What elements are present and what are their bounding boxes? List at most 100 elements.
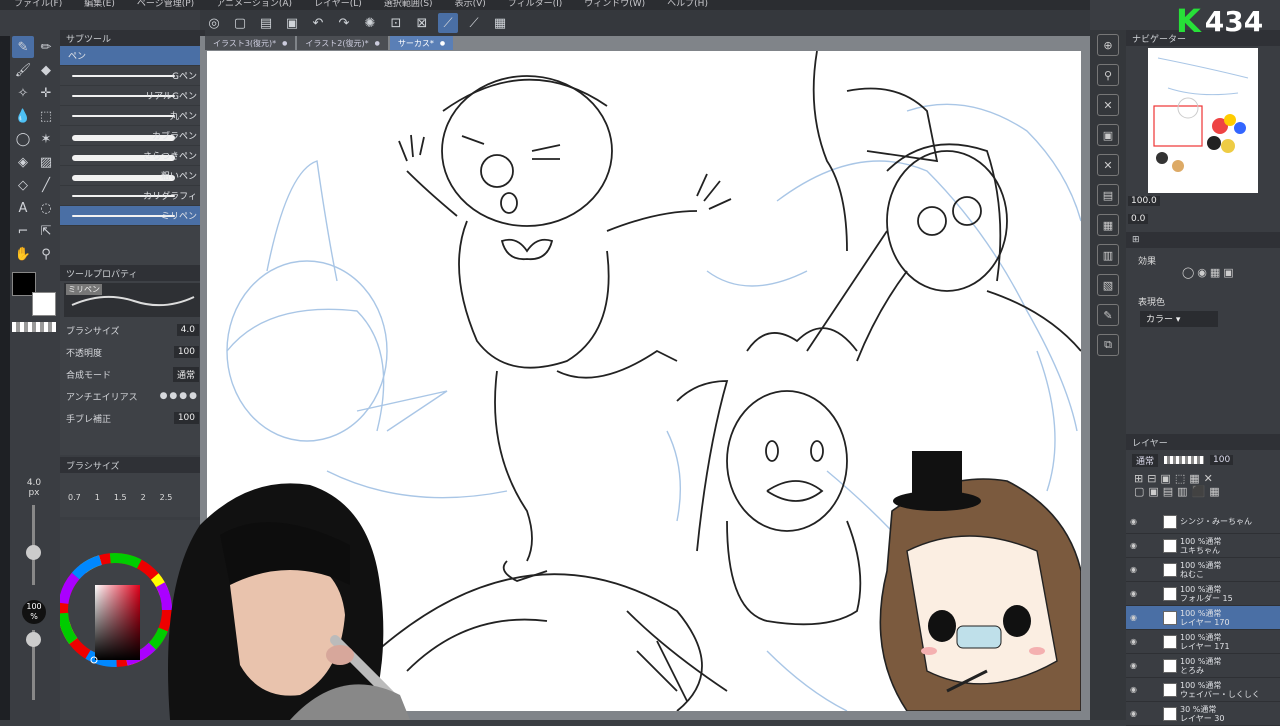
- sub-view-icon[interactable]: ▥: [1097, 244, 1119, 266]
- antialias-options[interactable]: ●●●●: [160, 391, 199, 401]
- layer-row[interactable]: ◉ 30 %通常 レイヤー 30: [1126, 702, 1280, 726]
- frame-tool-icon[interactable]: ⌐: [12, 220, 34, 242]
- layer-row[interactable]: ◉ 100 %通常 ウェイバー・しくしく: [1126, 678, 1280, 702]
- side-size-slider[interactable]: [26, 505, 41, 585]
- navigator-zoom[interactable]: 100.0: [1128, 196, 1160, 206]
- layer-opacity-value[interactable]: 100: [1210, 455, 1234, 465]
- subtool-group[interactable]: ペン: [60, 46, 205, 66]
- effects-icons[interactable]: ◯◉▦▣: [1182, 266, 1237, 279]
- menu-item[interactable]: ウィンドウ(W): [584, 0, 645, 10]
- side-opacity-slider[interactable]: [26, 630, 41, 700]
- brush-size-option[interactable]: 0.7: [68, 493, 81, 502]
- library-icon[interactable]: ▤: [1097, 184, 1119, 206]
- tab-close-icon[interactable]: ●: [375, 40, 380, 47]
- tab-close-icon[interactable]: ●: [282, 40, 287, 47]
- history-icon[interactable]: ▦: [1097, 214, 1119, 236]
- line-tool-icon[interactable]: ╱: [35, 174, 57, 196]
- blend-tool-icon[interactable]: 💧: [12, 105, 34, 127]
- close-icon[interactable]: ✕: [1097, 154, 1119, 176]
- clear-icon[interactable]: ⊠: [412, 13, 432, 33]
- quick-access-icon[interactable]: ⧉: [1097, 334, 1119, 356]
- brush-item[interactable]: カブラペン: [60, 126, 205, 146]
- opacity-row[interactable]: 不透明度 100: [60, 341, 205, 363]
- brush-size-row[interactable]: ブラシサイズ 4.0: [60, 319, 205, 341]
- stabilize-value[interactable]: 100: [173, 412, 199, 424]
- document-tab[interactable]: イラスト3(復元)* ●: [205, 36, 296, 50]
- brush-item[interactable]: カリグラフィ: [60, 186, 205, 206]
- fill-tool-icon[interactable]: ◈: [12, 151, 34, 173]
- brush-item[interactable]: 丸ペン: [60, 106, 205, 126]
- auto-action-icon[interactable]: ✎: [1097, 304, 1119, 326]
- antialias-row[interactable]: アンチエイリアス ●●●●: [60, 385, 205, 407]
- document-tab[interactable]: イラスト2(復元)* ●: [297, 36, 388, 50]
- visibility-eye-icon[interactable]: ◉: [1130, 565, 1142, 574]
- transparent-swatch[interactable]: [12, 322, 56, 332]
- selection-tool-icon[interactable]: ⬚: [35, 105, 57, 127]
- magic-wand-icon[interactable]: ✶: [35, 128, 57, 150]
- brush-item[interactable]: ミリペン: [60, 206, 205, 226]
- layer-property-icon[interactable]: ⊕: [1097, 34, 1119, 56]
- pen-tool-icon[interactable]: ✎: [12, 36, 34, 58]
- menu-item[interactable]: アニメーション(A): [216, 0, 292, 10]
- pencil-tool-icon[interactable]: ✏: [35, 36, 57, 58]
- grid-snap-icon[interactable]: ▦: [490, 13, 510, 33]
- visibility-eye-icon[interactable]: ◉: [1130, 685, 1142, 694]
- menu-item[interactable]: 表示(V): [455, 0, 486, 10]
- layer-row[interactable]: ◉ 100 %通常 フォルダー 15: [1126, 582, 1280, 606]
- layer-row[interactable]: ◉ 100 %通常 レイヤー 170: [1126, 606, 1280, 630]
- visibility-eye-icon[interactable]: ◉: [1130, 637, 1142, 646]
- navigator-thumbnail[interactable]: [1148, 48, 1258, 193]
- visibility-eye-icon[interactable]: ◉: [1130, 613, 1142, 622]
- crossed-icon[interactable]: ✕: [1097, 94, 1119, 116]
- airbrush-tool-icon[interactable]: ✧: [12, 82, 34, 104]
- menu-item[interactable]: 選択範囲(S): [384, 0, 433, 10]
- layer-opacity-bar[interactable]: [1164, 456, 1205, 464]
- material-icon[interactable]: ▣: [1097, 124, 1119, 146]
- navigator-angle[interactable]: 0.0: [1128, 214, 1149, 224]
- open-folder-icon[interactable]: ▤: [256, 13, 276, 33]
- blend-row[interactable]: 合成モード 通常: [60, 363, 205, 385]
- brush-tool-icon[interactable]: 🖌: [12, 59, 34, 81]
- tab-close-icon[interactable]: ●: [440, 40, 445, 47]
- menu-item[interactable]: ファイル(F): [14, 0, 62, 10]
- eraser-tool-icon[interactable]: ◆: [35, 59, 57, 81]
- transform-icon[interactable]: ⊡: [386, 13, 406, 33]
- layer-row[interactable]: ◉ 100 %通常 レイヤー 171: [1126, 630, 1280, 654]
- search-icon[interactable]: ⚲: [1097, 64, 1119, 86]
- blend-select[interactable]: 通常: [172, 366, 199, 382]
- undo-icon[interactable]: ↶: [308, 13, 328, 33]
- brush-item[interactable]: Gペン: [60, 66, 205, 86]
- gradient-tool-icon[interactable]: ▨: [35, 151, 57, 173]
- hand-tool-icon[interactable]: ✋: [12, 243, 34, 265]
- eyedropper-tool-icon[interactable]: ⚲: [35, 243, 57, 265]
- ruler-snap-icon[interactable]: ⟋: [438, 13, 458, 33]
- new-file-icon[interactable]: ▢: [230, 13, 250, 33]
- visibility-eye-icon[interactable]: ◉: [1130, 541, 1142, 550]
- color-expression-select[interactable]: カラー ▾: [1140, 311, 1218, 327]
- move-tool-icon[interactable]: ✛: [35, 82, 57, 104]
- document-tab[interactable]: サーカス* ●: [389, 36, 454, 50]
- menu-item[interactable]: ヘルプ(H): [667, 0, 708, 10]
- menu-item[interactable]: フィルター(I): [508, 0, 563, 10]
- save-icon[interactable]: ▣: [282, 13, 302, 33]
- sub-color-swatch[interactable]: [32, 292, 56, 316]
- item-bank-icon[interactable]: ▧: [1097, 274, 1119, 296]
- menu-item[interactable]: ページ管理(P): [137, 0, 194, 10]
- layer-row[interactable]: ◉ シンジ・みーちゃん: [1126, 510, 1280, 534]
- visibility-eye-icon[interactable]: ◉: [1130, 589, 1142, 598]
- redo-icon[interactable]: ↷: [334, 13, 354, 33]
- stabilize-row[interactable]: 手ブレ補正 100: [60, 407, 205, 429]
- layer-row[interactable]: ◉ 100 %通常 ユキちゃん: [1126, 534, 1280, 558]
- brush-size-option[interactable]: 1.5: [114, 493, 127, 502]
- menu-item[interactable]: レイヤー(L): [314, 0, 362, 10]
- app-icon[interactable]: ◎: [204, 13, 224, 33]
- menu-item[interactable]: 編集(E): [84, 0, 115, 10]
- visibility-eye-icon[interactable]: ◉: [1130, 709, 1142, 718]
- visibility-eye-icon[interactable]: ◉: [1130, 661, 1142, 670]
- visibility-eye-icon[interactable]: ◉: [1130, 517, 1142, 526]
- brush-item[interactable]: さらつきペン: [60, 146, 205, 166]
- operation-tool-icon[interactable]: ⇱: [35, 220, 57, 242]
- layer-blend-select[interactable]: 通常: [1132, 453, 1159, 467]
- opacity-value[interactable]: 100: [173, 346, 199, 358]
- text-tool-icon[interactable]: A: [12, 197, 34, 219]
